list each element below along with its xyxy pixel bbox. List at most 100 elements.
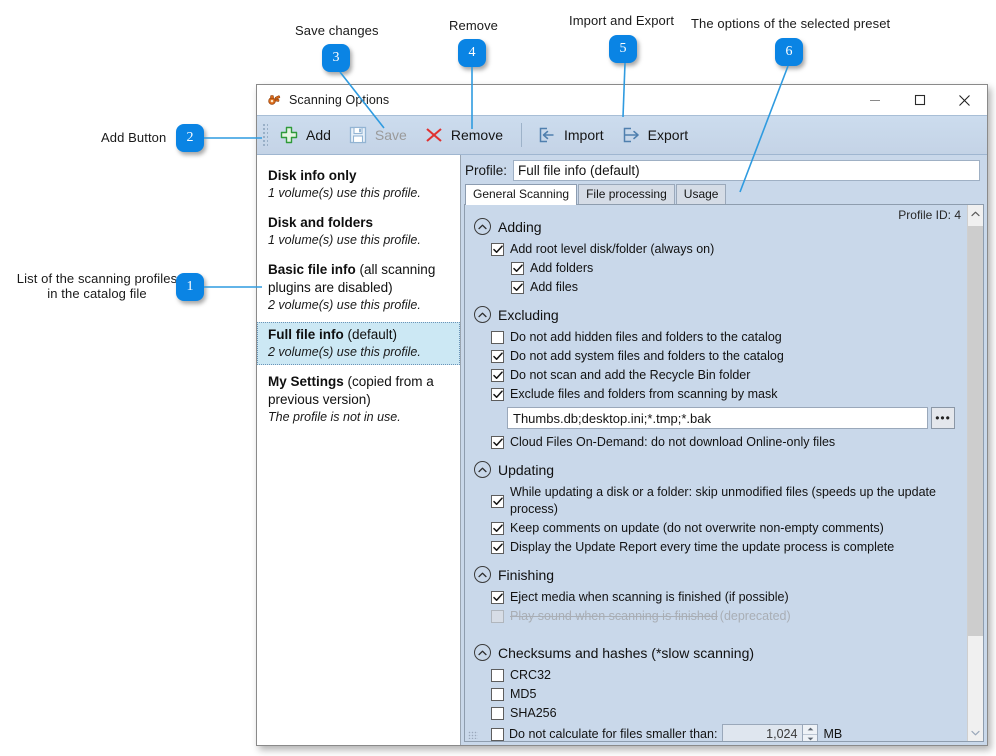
profile-name: Disk info only (268, 167, 452, 185)
exclusion-mask-browse-button[interactable]: ••• (931, 407, 955, 429)
checkbox-unchecked-icon[interactable] (491, 669, 504, 682)
profile-name-input[interactable]: Full file info (default) (513, 160, 980, 181)
chevron-up-icon (474, 566, 491, 583)
min-size-stepper[interactable]: 1,024 (722, 724, 818, 741)
checkbox-checked-icon[interactable] (491, 541, 504, 554)
annotation-label-3: Save changes (295, 23, 379, 38)
options-vertical-scrollbar[interactable] (967, 205, 983, 741)
annotation-leader-2 (204, 137, 262, 139)
profile-name: Full file info (default) (268, 326, 452, 344)
option-row[interactable]: Add files (511, 278, 967, 297)
chevron-up-icon (474, 644, 491, 661)
option-row[interactable]: Add folders (511, 259, 967, 278)
checkbox-checked-icon[interactable] (491, 369, 504, 382)
annotation-badge-2: 2 (176, 124, 204, 152)
option-label-trailing: (deprecated) (720, 608, 791, 625)
checkbox-checked-icon[interactable] (511, 262, 524, 275)
tab-file-processing[interactable]: File processing (578, 184, 675, 204)
toolbar-grip-handle[interactable] (261, 122, 268, 148)
window-controls (852, 85, 987, 115)
checkbox-checked-icon[interactable] (491, 522, 504, 535)
chevron-up-icon (474, 461, 491, 478)
stepper-up-icon[interactable] (803, 725, 817, 735)
profile-field-row: Profile: Full file info (default) (461, 155, 987, 184)
add-button-label: Add (306, 127, 331, 143)
import-arrow-icon (536, 124, 558, 146)
option-label: Add files (530, 279, 578, 296)
list-item[interactable]: My Settings (copied from a previous vers… (257, 369, 460, 430)
exclusion-mask-input[interactable]: Thumbs.db;desktop.ini;*.tmp;*.bak (507, 407, 928, 429)
import-button[interactable]: Import (530, 119, 614, 151)
add-button[interactable]: Add (272, 119, 341, 151)
scrollbar-thumb[interactable] (968, 226, 983, 636)
option-row[interactable]: MD5 (491, 685, 967, 704)
list-item[interactable]: Disk info only 1 volume(s) use this prof… (257, 163, 460, 206)
group-header-adding[interactable]: Adding (474, 218, 967, 235)
option-row[interactable]: Cloud Files On-Demand: do not download O… (491, 433, 967, 452)
list-item-selected[interactable]: Full file info (default) 2 volume(s) use… (257, 322, 460, 365)
scroll-down-button[interactable] (968, 724, 983, 741)
checkbox-checked-icon[interactable] (511, 281, 524, 294)
checkbox-unchecked-icon[interactable] (491, 331, 504, 344)
checkbox-unchecked-icon[interactable] (491, 728, 504, 741)
list-item[interactable]: Basic file info (all scanning plugins ar… (257, 257, 460, 318)
checkbox-checked-icon[interactable] (491, 350, 504, 363)
save-disk-icon (347, 124, 369, 146)
option-label: Play sound when scanning is finished (510, 608, 718, 625)
group-title: Finishing (498, 567, 554, 583)
option-row[interactable]: Display the Update Report every time the… (491, 538, 967, 557)
close-button[interactable] (942, 85, 987, 115)
export-button[interactable]: Export (614, 119, 698, 151)
chevron-up-icon (474, 218, 491, 235)
checkbox-checked-icon[interactable] (491, 388, 504, 401)
option-row[interactable]: Do not add hidden files and folders to t… (491, 328, 967, 347)
annotation-badge-3: 3 (322, 44, 350, 72)
resize-grip-icon (468, 731, 478, 739)
option-row-min-size[interactable]: Do not calculate for files smaller than:… (491, 723, 967, 741)
checkbox-checked-icon[interactable] (491, 243, 504, 256)
option-row[interactable]: SHA256 (491, 704, 967, 723)
title-bar[interactable]: Scanning Options (257, 85, 987, 115)
export-arrow-icon (620, 124, 642, 146)
option-label: Eject media when scanning is finished (i… (510, 589, 789, 606)
group-title: Adding (498, 219, 542, 235)
option-row[interactable]: Keep comments on update (do not overwrit… (491, 519, 967, 538)
scroll-up-button[interactable] (968, 205, 983, 222)
app-gear-icon (266, 92, 282, 108)
min-size-value[interactable]: 1,024 (723, 725, 802, 741)
toolbar: Add Save Remove (257, 115, 987, 155)
tab-general-scanning[interactable]: General Scanning (465, 184, 577, 205)
remove-button[interactable]: Remove (417, 119, 513, 151)
checkbox-unchecked-icon[interactable] (491, 688, 504, 701)
option-row[interactable]: Exclude files and folders from scanning … (491, 385, 967, 404)
option-row[interactable]: Eject media when scanning is finished (i… (491, 588, 967, 607)
options-scroll-frame: Profile ID: 4 Adding Add root level disk… (464, 204, 984, 742)
annotation-badge-1: 1 (176, 273, 204, 301)
minimize-button[interactable] (852, 85, 897, 115)
option-row[interactable]: Add root level disk/folder (always on) (491, 240, 967, 259)
window-body: Disk info only 1 volume(s) use this prof… (257, 155, 987, 745)
option-row[interactable]: CRC32 (491, 666, 967, 685)
option-label: While updating a disk or a folder: skip … (510, 484, 967, 518)
group-header-checksums[interactable]: Checksums and hashes (*slow scanning) (474, 644, 967, 661)
stepper-down-icon[interactable] (803, 735, 817, 742)
scrollbar-track[interactable] (968, 222, 983, 724)
option-row[interactable]: Do not add system files and folders to t… (491, 347, 967, 366)
checkbox-checked-icon[interactable] (491, 591, 504, 604)
list-item[interactable]: Disk and folders 1 volume(s) use this pr… (257, 210, 460, 253)
profile-usage: 1 volume(s) use this profile. (268, 232, 452, 249)
maximize-button[interactable] (897, 85, 942, 115)
group-header-updating[interactable]: Updating (474, 461, 967, 478)
option-row[interactable]: While updating a disk or a folder: skip … (491, 483, 967, 519)
tab-bar: General Scanning File processing Usage (461, 184, 987, 204)
group-header-finishing[interactable]: Finishing (474, 566, 967, 583)
checkbox-unchecked-icon[interactable] (491, 707, 504, 720)
min-size-unit: MB (823, 726, 842, 742)
save-button[interactable]: Save (341, 119, 417, 151)
checkbox-checked-icon[interactable] (491, 495, 504, 508)
checkbox-checked-icon[interactable] (491, 436, 504, 449)
profile-list[interactable]: Disk info only 1 volume(s) use this prof… (257, 155, 461, 745)
option-row[interactable]: Do not scan and add the Recycle Bin fold… (491, 366, 967, 385)
group-header-excluding[interactable]: Excluding (474, 306, 967, 323)
tab-usage[interactable]: Usage (676, 184, 727, 204)
